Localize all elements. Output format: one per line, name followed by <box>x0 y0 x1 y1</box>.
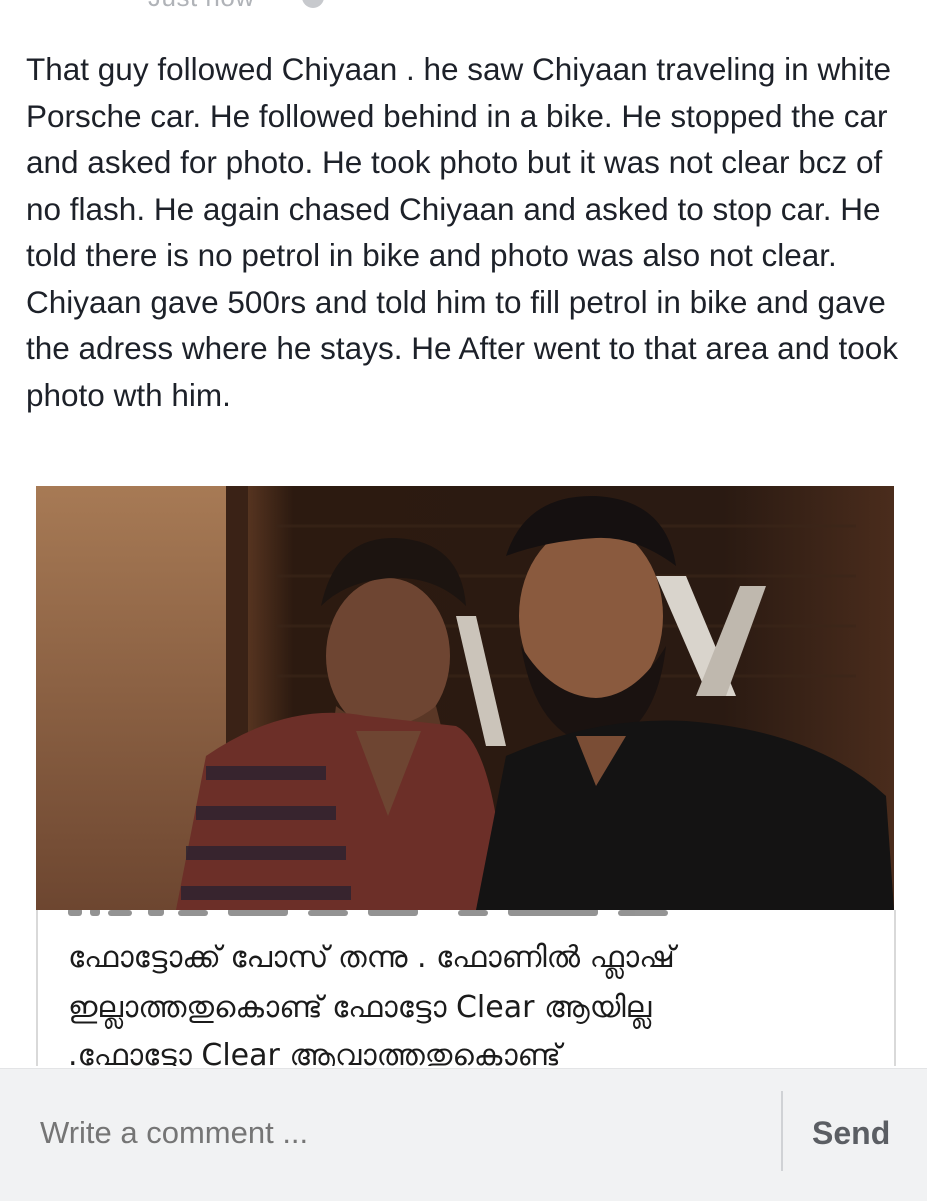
caption-line-1: ഫോട്ടോക്ക് പോസ് തന്നു . ഫോണിൽ ഫ്ലാഷ് <box>68 940 675 975</box>
comment-bar: Send <box>0 1068 927 1201</box>
comment-divider <box>781 1091 783 1171</box>
photo-image <box>36 486 894 910</box>
post-photo[interactable] <box>36 486 894 910</box>
caption-cropped-line <box>38 910 894 920</box>
globe-icon <box>302 0 324 8</box>
caption-line-3: .ഫോട്ടോ Clear ആവാത്തതുകൊണ്ട് <box>68 1038 561 1066</box>
comment-input[interactable] <box>40 1115 439 1151</box>
timestamp-text: Just now <box>148 0 255 13</box>
caption-line-2: ഇല്ലാത്തതുകൊണ്ട് ഫോട്ടോ Clear ആയില്ല <box>68 990 652 1025</box>
post-text: That guy followed Chiyaan . he saw Chiya… <box>26 51 899 413</box>
caption-image: ഫോട്ടോക്ക് പോസ് തന്നു . ഫോണിൽ ഫ്ലാഷ് ഇല്… <box>36 910 896 1066</box>
send-button[interactable]: Send <box>812 1115 890 1152</box>
